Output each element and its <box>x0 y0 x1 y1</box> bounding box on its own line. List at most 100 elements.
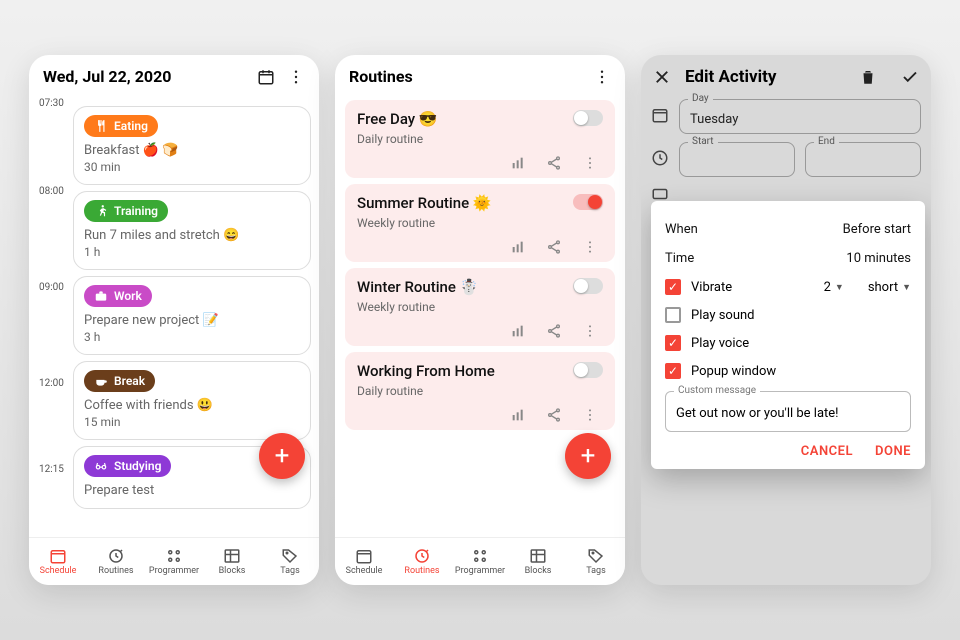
time-row[interactable]: Time 10 minutes <box>665 244 911 273</box>
programmer-icon <box>471 547 489 565</box>
row-key: Time <box>665 251 694 266</box>
nav-schedule[interactable]: Schedule <box>29 538 87 585</box>
notification-dialog: When Before start Time 10 minutes Vibrat… <box>651 201 925 469</box>
routines-appbar: Routines <box>335 55 625 94</box>
nav-blocks[interactable]: Blocks <box>203 538 261 585</box>
routine-switch[interactable] <box>573 194 603 210</box>
field-label: End <box>814 136 839 147</box>
edit-title: Edit Activity <box>685 67 845 87</box>
nav-routines[interactable]: Routines <box>393 538 451 585</box>
schedule-card[interactable]: Eating Breakfast 🍎 🍞 30 min <box>73 106 311 185</box>
more-icon[interactable] <box>581 154 599 172</box>
bottom-nav: Schedule Routines Programmer Blocks Tags <box>335 537 625 585</box>
vibrate-count-dropdown[interactable]: 2▼ <box>824 280 844 295</box>
nav-routines[interactable]: Routines <box>87 538 145 585</box>
vibrate-row: Vibrate 2▼ short▼ <box>665 273 911 301</box>
activity-chip: Eating <box>84 115 158 137</box>
more-icon[interactable] <box>581 238 599 256</box>
stats-icon[interactable] <box>509 406 527 424</box>
routine-card[interactable]: Working From Home Daily routine <box>345 352 615 430</box>
row-value: Before start <box>843 222 911 237</box>
routine-switch[interactable] <box>573 110 603 126</box>
more-icon[interactable] <box>581 322 599 340</box>
custom-message-field[interactable]: Custom message Get out now or you'll be … <box>665 391 911 432</box>
routine-title: Summer Routine 🌞 <box>357 194 492 212</box>
more-icon[interactable] <box>287 68 305 86</box>
routine-icon <box>107 547 125 565</box>
play-voice-row: Play voice <box>665 329 911 357</box>
nav-blocks[interactable]: Blocks <box>509 538 567 585</box>
schedule-screen: Wed, Jul 22, 2020 07:30 08:00 09:00 12:0… <box>29 55 319 585</box>
card-description: Prepare new project 📝 <box>84 313 300 328</box>
card-duration: 1 h <box>84 245 300 259</box>
time-label: 12:15 <box>39 464 64 475</box>
routine-title: Working From Home <box>357 362 495 380</box>
when-row[interactable]: When Before start <box>665 215 911 244</box>
routine-card[interactable]: Winter Routine ☃️ Weekly routine <box>345 268 615 346</box>
card-description: Prepare test <box>84 483 300 498</box>
stats-icon[interactable] <box>509 238 527 256</box>
field-value <box>690 155 693 170</box>
nav-label: Tags <box>280 566 299 576</box>
share-icon[interactable] <box>545 322 563 340</box>
routine-subtitle: Weekly routine <box>357 216 492 230</box>
schedule-card[interactable]: Work Prepare new project 📝 3 h <box>73 276 311 355</box>
nav-label: Blocks <box>219 566 246 576</box>
routine-switch[interactable] <box>573 278 603 294</box>
add-fab[interactable]: + <box>565 433 611 479</box>
nav-schedule[interactable]: Schedule <box>335 538 393 585</box>
routine-card[interactable]: Summer Routine 🌞 Weekly routine <box>345 184 615 262</box>
done-button[interactable]: DONE <box>875 444 911 459</box>
share-icon[interactable] <box>545 154 563 172</box>
play-sound-checkbox[interactable] <box>665 307 681 323</box>
popup-window-checkbox[interactable] <box>665 363 681 379</box>
nav-label: Tags <box>586 566 605 576</box>
nav-label: Routines <box>98 566 133 576</box>
routine-card[interactable]: Free Day 😎 Daily routine <box>345 100 615 178</box>
field-value: Tuesday <box>690 112 738 127</box>
stats-icon[interactable] <box>509 322 527 340</box>
start-field[interactable]: Start <box>679 142 795 177</box>
share-icon[interactable] <box>545 406 563 424</box>
card-duration: 3 h <box>84 330 300 344</box>
close-icon[interactable] <box>653 68 671 86</box>
routines-screen: Routines Free Day 😎 Daily routine <box>335 55 625 585</box>
chevron-down-icon: ▼ <box>902 282 911 293</box>
time-label: 08:00 <box>39 186 64 197</box>
play-sound-row: Play sound <box>665 301 911 329</box>
schedule-body: 07:30 08:00 09:00 12:00 12:15 Eating Bre… <box>29 94 319 537</box>
more-icon[interactable] <box>581 406 599 424</box>
routine-subtitle: Daily routine <box>357 384 495 398</box>
nav-programmer[interactable]: Programmer <box>451 538 509 585</box>
calendar-icon[interactable] <box>257 68 275 86</box>
card-description: Coffee with friends 😃 <box>84 398 300 413</box>
schedule-card[interactable]: Break Coffee with friends 😃 15 min <box>73 361 311 440</box>
schedule-card[interactable]: Training Run 7 miles and stretch 😄 1 h <box>73 191 311 270</box>
edit-appbar: Edit Activity <box>641 55 931 99</box>
delete-icon[interactable] <box>859 68 877 86</box>
nav-tags[interactable]: Tags <box>261 538 319 585</box>
routine-icon <box>413 547 431 565</box>
play-voice-checkbox[interactable] <box>665 335 681 351</box>
field-label: Start <box>688 136 718 147</box>
vibrate-checkbox[interactable] <box>665 279 681 295</box>
end-field[interactable]: End <box>805 142 921 177</box>
chip-label: Training <box>114 204 158 218</box>
cancel-button[interactable]: CANCEL <box>801 444 853 459</box>
stats-icon[interactable] <box>509 154 527 172</box>
edit-body: Day Tuesday Start End Be <box>641 99 931 327</box>
add-fab[interactable]: + <box>259 433 305 479</box>
card-duration: 30 min <box>84 160 300 174</box>
nav-tags[interactable]: Tags <box>567 538 625 585</box>
nav-programmer[interactable]: Programmer <box>145 538 203 585</box>
share-icon[interactable] <box>545 238 563 256</box>
more-icon[interactable] <box>593 68 611 86</box>
day-field[interactable]: Day Tuesday <box>679 99 921 134</box>
activity-chip: Work <box>84 285 152 307</box>
routine-switch[interactable] <box>573 362 603 378</box>
chip-label: Work <box>114 289 142 303</box>
calendar-icon <box>651 106 669 128</box>
coffee-icon <box>94 374 108 388</box>
vibrate-length-dropdown[interactable]: short▼ <box>868 280 911 295</box>
confirm-icon[interactable] <box>901 68 919 86</box>
